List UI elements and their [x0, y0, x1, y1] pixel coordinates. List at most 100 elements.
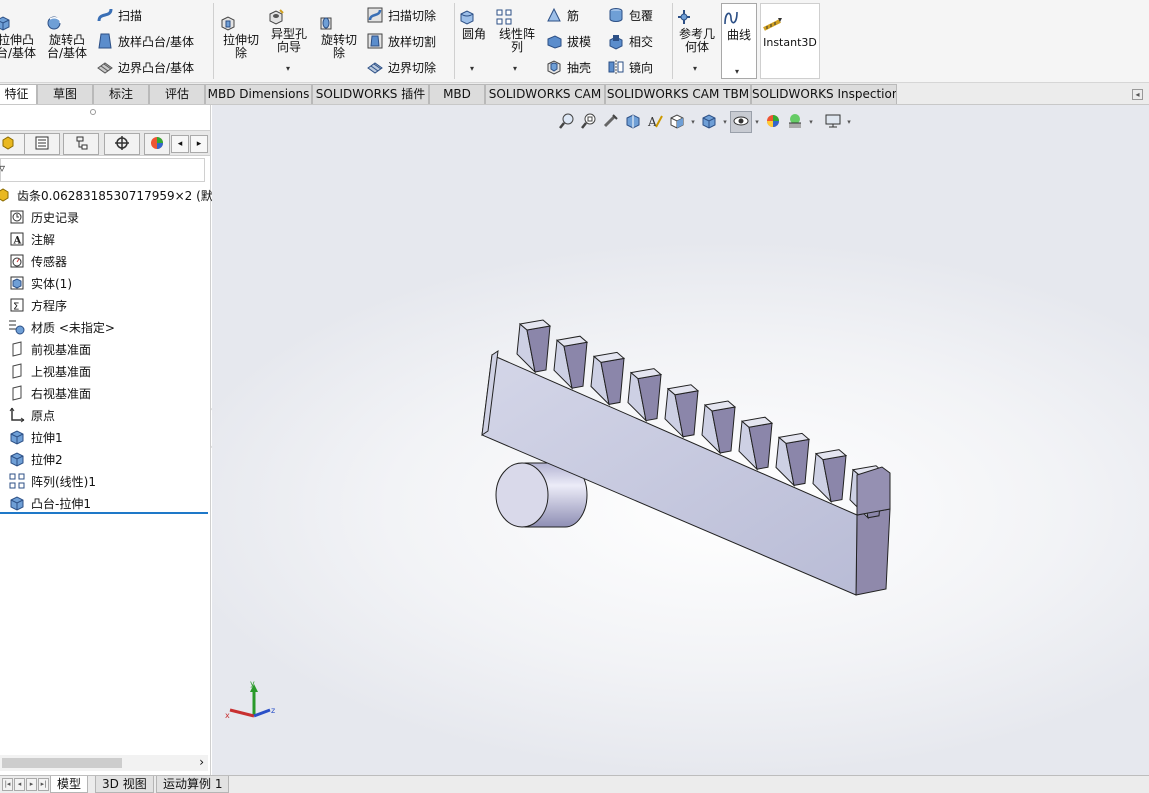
tab-mbd[interactable]: MBD — [429, 84, 485, 104]
revolve-boss-label-2: 台/基体 — [46, 46, 88, 60]
tab-3d-views[interactable]: 3D 视图 — [95, 776, 154, 793]
sweep-button[interactable]: 扫描 — [96, 6, 142, 24]
draft-button[interactable]: 拔模 — [545, 32, 591, 50]
curves-button[interactable]: 曲线 ▾ — [721, 3, 757, 79]
loft-cut-icon — [366, 32, 384, 50]
panel-tabs-next-button[interactable]: ▸ — [190, 135, 208, 153]
revolve-cut-button[interactable]: 旋转切 除 — [317, 14, 361, 60]
model-view-tabs: |◂ ◂ ▸ ▸| 模型 3D 视图 运动算例 1 — [0, 775, 1149, 793]
tree-item-front-plane[interactable]: 前视基准面 — [8, 339, 91, 359]
intersect-label: 相交 — [629, 34, 654, 49]
dimxpert-manager-tab[interactable] — [104, 133, 140, 155]
tree-root-part[interactable]: 齿条0.0628318530717959×2 (默认 — [0, 185, 225, 205]
extrude-cut-icon — [219, 14, 263, 32]
sweep-cut-button[interactable]: 扫描切除 — [366, 6, 436, 24]
curves-label: 曲线 — [726, 28, 751, 42]
tree-item-annotations[interactable]: A 注解 — [8, 229, 55, 249]
gear-rack-model[interactable] — [212, 105, 1149, 776]
tab-solidworks-cam[interactable]: SOLIDWORKS CAM — [485, 84, 605, 104]
reference-geometry-dropdown[interactable]: ▾ — [693, 64, 697, 73]
configuration-manager-tab[interactable] — [63, 133, 99, 155]
tree-filter-box[interactable]: ▿ — [0, 158, 205, 182]
wrap-icon — [607, 6, 625, 24]
tab-markup[interactable]: 标注 — [93, 84, 149, 104]
tree-item-linear-pattern1[interactable]: 阵列(线性)1 — [8, 471, 96, 491]
ribbon-separator — [454, 3, 455, 79]
tab-first-button[interactable]: |◂ — [2, 778, 13, 791]
tab-sketch[interactable]: 草图 — [37, 84, 93, 104]
loft-boss-button[interactable]: 放样凸台/基体 — [96, 32, 194, 50]
origin-icon — [8, 406, 26, 424]
extrude-cut-button[interactable]: 拉伸切 除 — [219, 14, 263, 60]
graphics-viewport[interactable]: A ▾ ▾ ▾ ▾ ▾ y x z — [212, 105, 1149, 776]
property-manager-tab[interactable] — [24, 133, 60, 155]
shell-button[interactable]: 抽壳 — [545, 58, 591, 76]
tab-solidworks-inspection[interactable]: SOLIDWORKS Inspection — [751, 84, 897, 104]
tab-motion-study-1[interactable]: 运动算例 1 — [156, 776, 230, 793]
instant3d-button[interactable]: Instant3D — [760, 3, 820, 79]
hole-wizard-button[interactable]: 异型孔 向导 — [267, 8, 311, 54]
tree-item-solid-bodies[interactable]: 实体(1) — [8, 273, 72, 293]
panel-tabs-prev-button[interactable]: ◂ — [171, 135, 189, 153]
curves-dropdown[interactable]: ▾ — [735, 65, 739, 78]
tree-item-right-plane[interactable]: 右视基准面 — [8, 383, 91, 403]
tree-item-origin[interactable]: 原点 — [8, 405, 55, 425]
tree-item-label: 注解 — [31, 232, 56, 247]
reference-geometry-button[interactable]: 参考几 何体 — [675, 8, 719, 54]
loft-cut-label: 放样切割 — [388, 34, 437, 49]
collapse-ribbon-button[interactable]: ◂ — [1132, 89, 1143, 100]
fillet-button[interactable]: 圆角 — [458, 8, 490, 41]
tab-last-button[interactable]: ▸| — [38, 778, 49, 791]
boundary-boss-button[interactable]: 边界凸台/基体 — [96, 58, 194, 76]
tree-horizontal-scrollbar[interactable]: › — [0, 755, 208, 771]
tree-item-sensors[interactable]: 传感器 — [8, 251, 67, 271]
revolve-cut-icon — [317, 14, 361, 32]
tree-item-history[interactable]: 历史记录 — [8, 207, 79, 227]
feature-manager-tab[interactable] — [0, 133, 26, 155]
tab-next-button[interactable]: ▸ — [26, 778, 37, 791]
tab-solidworks-addins[interactable]: SOLIDWORKS 插件 — [312, 84, 429, 104]
tree-item-extrude2[interactable]: 拉伸2 — [8, 449, 63, 469]
linear-pattern-dropdown[interactable]: ▾ — [513, 64, 517, 73]
revolve-boss-button[interactable]: 旋转凸 台/基体 — [45, 14, 89, 60]
hole-wizard-dropdown[interactable]: ▾ — [286, 64, 290, 73]
sensors-icon — [8, 252, 26, 270]
wrap-button[interactable]: 包覆 — [607, 6, 653, 24]
tree-item-top-plane[interactable]: 上视基准面 — [8, 361, 91, 381]
display-manager-tab[interactable] — [144, 133, 170, 155]
scroll-right-arrow-icon[interactable]: › — [199, 755, 204, 769]
tab-mbd-dimensions[interactable]: MBD Dimensions — [205, 84, 312, 104]
reference-geometry-icon — [675, 8, 719, 26]
dimxpert-icon — [114, 135, 130, 154]
tree-item-material[interactable]: 材质 <未指定> — [8, 317, 115, 337]
tree-item-label: 凸台-拉伸1 — [31, 496, 91, 511]
tree-item-label: 拉伸2 — [31, 452, 63, 467]
tree-item-equations[interactable]: Σ 方程序 — [8, 295, 67, 315]
boundary-cut-icon — [366, 58, 384, 76]
fillet-dropdown[interactable]: ▾ — [470, 64, 474, 73]
tree-item-label: 传感器 — [31, 254, 68, 269]
tab-prev-button[interactable]: ◂ — [14, 778, 25, 791]
intersect-button[interactable]: 相交 — [607, 32, 653, 50]
extrude-boss-button[interactable]: 拉伸凸 台/基体 — [0, 14, 38, 60]
tree-item-label: 上视基准面 — [31, 364, 92, 379]
tab-model[interactable]: 模型 — [50, 776, 89, 793]
mirror-button[interactable]: 镜向 — [607, 58, 653, 76]
boundary-cut-button[interactable]: 边界切除 — [366, 58, 436, 76]
tab-evaluate[interactable]: 评估 — [149, 84, 205, 104]
loft-cut-button[interactable]: 放样切割 — [366, 32, 436, 50]
curves-icon — [722, 9, 756, 27]
linear-pattern-button[interactable]: 线性阵 列 — [495, 8, 539, 54]
rib-label: 筋 — [567, 8, 580, 23]
scrollbar-thumb[interactable] — [2, 758, 122, 768]
panel-grip-handle[interactable] — [90, 109, 96, 115]
plane-icon — [8, 384, 26, 402]
tree-item-extrude1[interactable]: 拉伸1 — [8, 427, 63, 447]
feature-manager-panel: ◂ ▸ ▿ 齿条0.0628318530717959×2 (默认 历史记录 A … — [0, 105, 225, 775]
tree-item-boss-extrude1[interactable]: 凸台-拉伸1 — [8, 493, 91, 513]
rib-button[interactable]: 筋 — [545, 6, 579, 24]
rollback-bar[interactable] — [0, 512, 208, 514]
tab-features[interactable]: 特征 — [0, 84, 37, 104]
sweep-cut-icon — [366, 6, 384, 24]
tab-solidworks-cam-tbm[interactable]: SOLIDWORKS CAM TBM — [605, 84, 751, 104]
